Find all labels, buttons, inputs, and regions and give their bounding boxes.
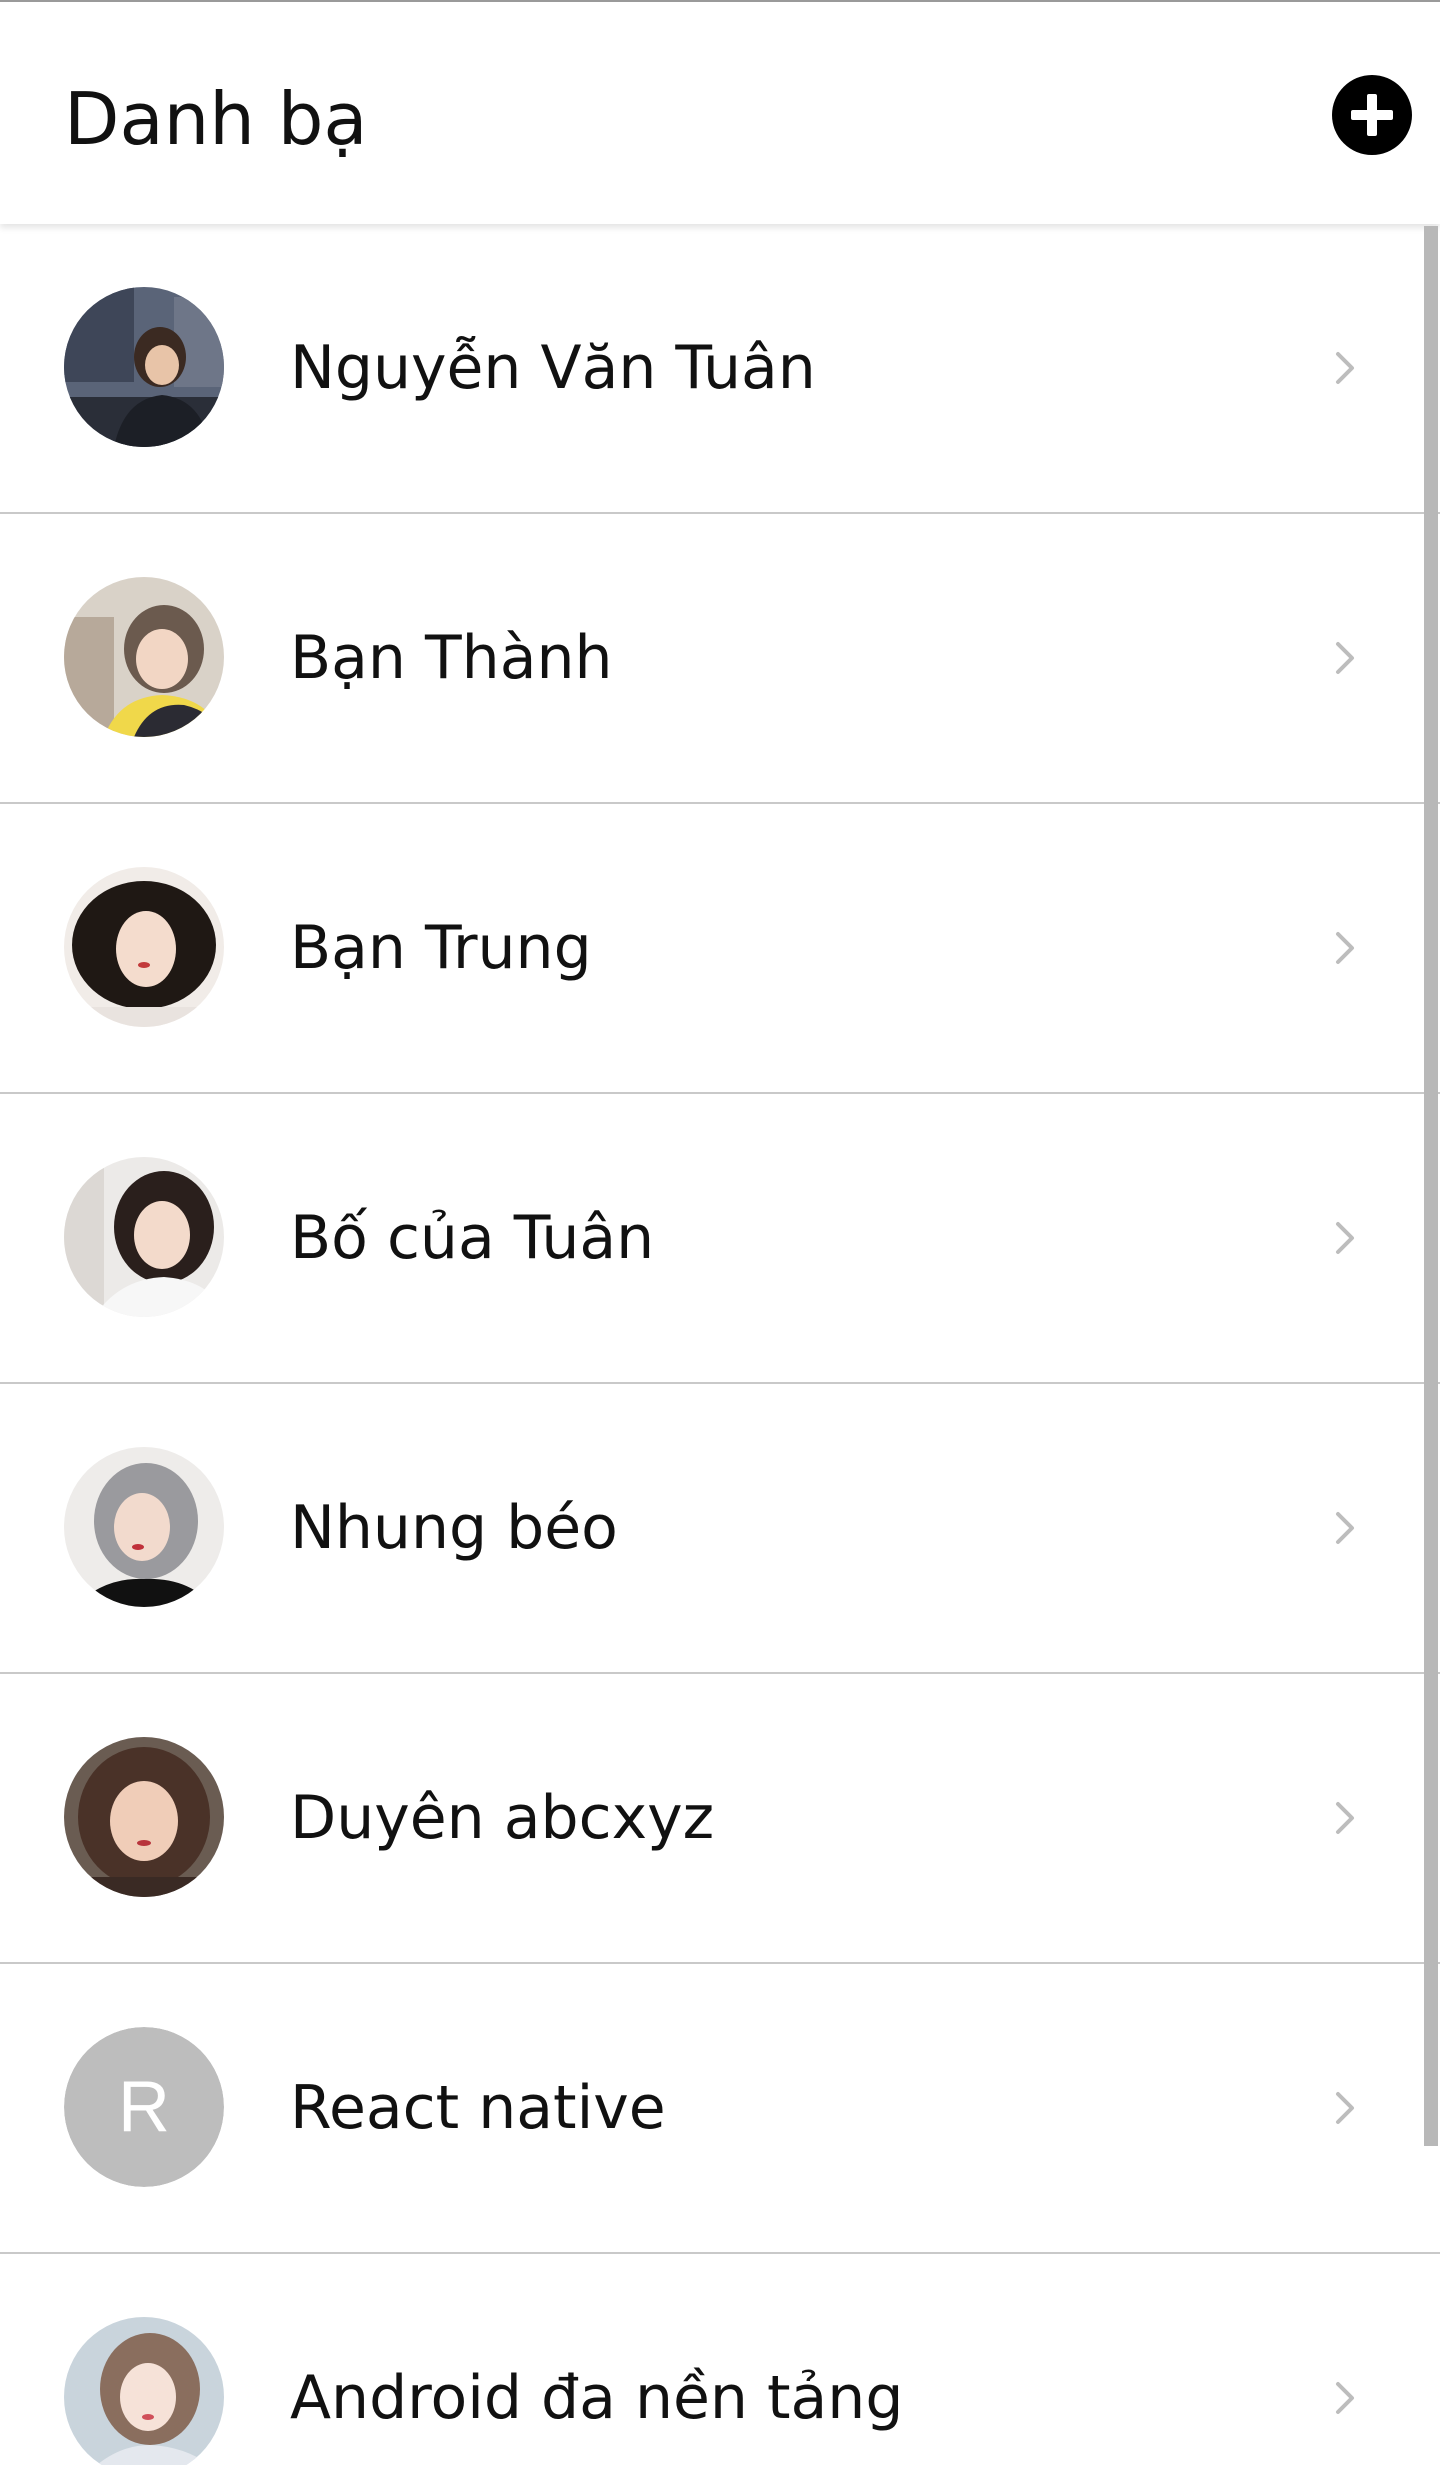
page-title: Danh bạ	[64, 77, 368, 161]
contact-row[interactable]: Bạn Thành	[0, 514, 1440, 804]
contact-name: Nguyễn Văn Tuân	[290, 333, 816, 403]
contact-name: Nhung béo	[290, 1493, 618, 1563]
contact-row[interactable]: Nguyễn Văn Tuân	[0, 224, 1440, 514]
chevron-right-icon	[1336, 1222, 1354, 1254]
contact-row[interactable]: Bạn Trung	[0, 804, 1440, 1094]
contact-name: Bố của Tuân	[290, 1203, 655, 1273]
avatar: R	[64, 2027, 224, 2187]
chevron-right-icon	[1336, 2092, 1354, 2124]
chevron-right-icon	[1336, 932, 1354, 964]
contact-row[interactable]: Bố của Tuân	[0, 1094, 1440, 1384]
app-header: Danh bạ	[0, 0, 1440, 224]
avatar	[64, 2317, 224, 2465]
avatar	[64, 867, 224, 1027]
contact-name: Bạn Thành	[290, 623, 613, 693]
chevron-right-icon	[1336, 1512, 1354, 1544]
plus-icon	[1351, 94, 1393, 136]
chevron-right-icon	[1336, 352, 1354, 384]
contact-list[interactable]: Nguyễn Văn Tuân Bạn Thành Bạn Trung Bố c…	[0, 224, 1440, 2465]
avatar	[64, 287, 224, 447]
contact-row[interactable]: Android đa nền tảng	[0, 2254, 1440, 2465]
contact-name: Android đa nền tảng	[290, 2363, 904, 2433]
contact-name: Duyên abcxyz	[290, 1783, 715, 1853]
contact-row[interactable]: Duyên abcxyz	[0, 1674, 1440, 1964]
contact-name: Bạn Trung	[290, 913, 592, 983]
chevron-right-icon	[1336, 2382, 1354, 2414]
contact-row[interactable]: R React native	[0, 1964, 1440, 2254]
avatar	[64, 1447, 224, 1607]
contact-name: React native	[290, 2073, 666, 2143]
chevron-right-icon	[1336, 1802, 1354, 1834]
avatar	[64, 1737, 224, 1897]
contact-row[interactable]: Nhung béo	[0, 1384, 1440, 1674]
avatar	[64, 1157, 224, 1317]
avatar-initial: R	[64, 2027, 224, 2187]
scrollbar[interactable]	[1424, 226, 1438, 2146]
avatar	[64, 577, 224, 737]
chevron-right-icon	[1336, 642, 1354, 674]
add-contact-button[interactable]	[1332, 75, 1412, 155]
